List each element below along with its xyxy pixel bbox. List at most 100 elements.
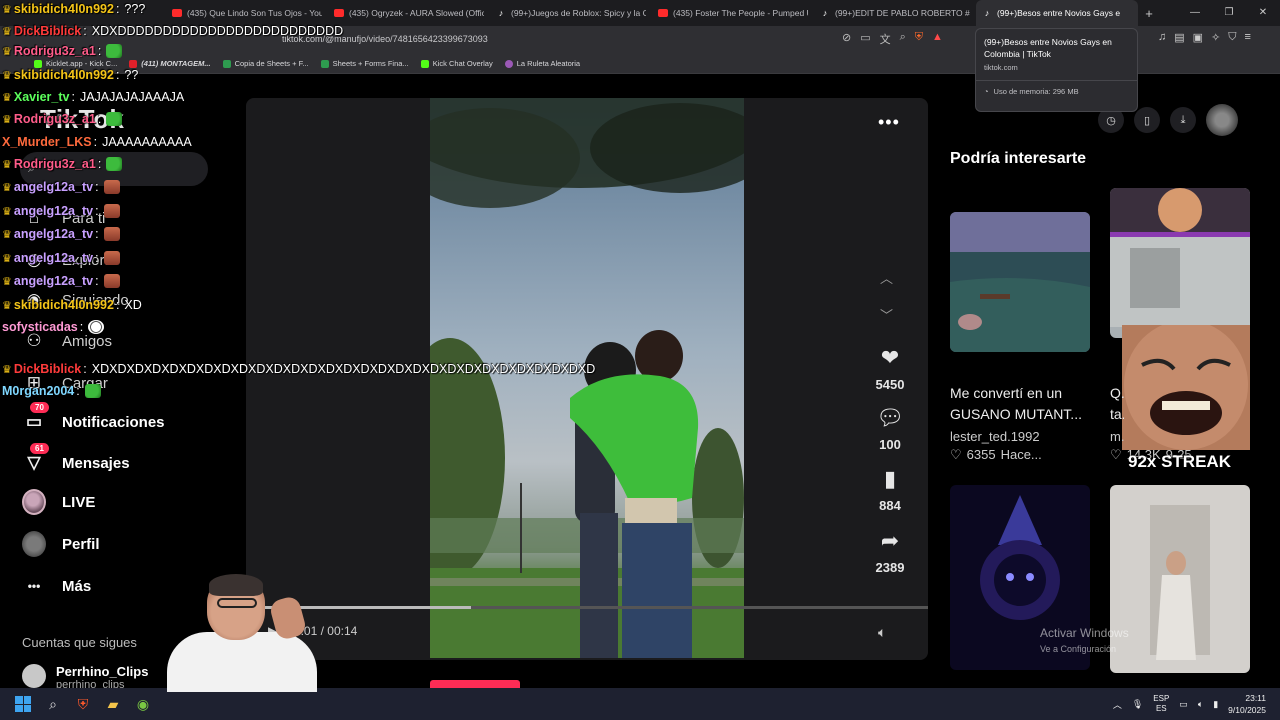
tiktok-logo[interactable]: TikTok xyxy=(40,104,124,135)
bookmark[interactable]: Sheets + Forms Fina... xyxy=(320,59,409,68)
recommendation-author[interactable]: m... xyxy=(1110,429,1124,444)
menu-icon[interactable]: ≡ xyxy=(1245,31,1251,44)
sidebar-icon[interactable]: ▤ xyxy=(1174,31,1184,44)
window-controls: — ❐ ✕ xyxy=(1178,0,1280,26)
music-icon[interactable]: ♫ xyxy=(1158,31,1166,44)
translate-icon[interactable]: 文 xyxy=(880,31,891,47)
bookmark-label: Sheets + Forms Fina... xyxy=(332,59,409,68)
url-field[interactable]: tiktok.com/@manufjo/video/74816564233996… xyxy=(282,34,488,44)
windows-start-icon[interactable] xyxy=(10,693,36,715)
recommendation-card[interactable] xyxy=(1110,188,1250,338)
clock-time: 23:11 xyxy=(1245,693,1266,703)
tab-bar: (435) Que Lindo Son Tus Ojos - YouT (435… xyxy=(0,0,1280,26)
bookmark[interactable]: (411) MONTAGEM... xyxy=(129,59,211,68)
bookmark[interactable]: Copia de Sheets + F... xyxy=(222,59,309,68)
recommendation-meta: ♡ 6355 Hace... xyxy=(950,447,1042,463)
bookmark-label: La Ruleta Aleatoria xyxy=(516,59,581,68)
like-count: 5450 xyxy=(875,377,905,392)
file-explorer-icon[interactable]: ▰ xyxy=(100,693,126,715)
restore-icon[interactable]: ❐ xyxy=(1212,0,1246,26)
clock-date: 9/10/2025 xyxy=(1228,705,1266,715)
tab-title: (99+)Besos entre Novios Gays e xyxy=(997,8,1121,18)
browser-tab-active[interactable]: ♪ (99+)Besos entre Novios Gays e xyxy=(976,0,1138,26)
network-icon[interactable]: ▭ xyxy=(1179,699,1188,710)
browser-tab[interactable]: (435) Ogryzek - AURA Slowed (Offici xyxy=(328,0,490,26)
cast-icon[interactable]: ▭ xyxy=(860,31,870,47)
home-icon: ⌂ xyxy=(28,208,40,227)
ai-icon[interactable]: ✧ xyxy=(1211,31,1220,44)
brave-browser-icon[interactable]: ⛨ xyxy=(70,693,96,715)
sidebar-item-para-ti[interactable]: ⌂ Para ti xyxy=(22,206,106,230)
vpn-icon[interactable]: ⛉ xyxy=(1228,31,1236,44)
heart-icon: ❤ xyxy=(880,345,900,370)
avatar[interactable] xyxy=(1206,104,1238,136)
tab-hover-tooltip: (99+)Besos entre Novios Gays en Colombia… xyxy=(975,28,1138,112)
browser-tab[interactable]: ♪ (99+)Juegos de Roblox: Spicy y la Ca xyxy=(490,0,652,26)
battery-icon[interactable]: ▮ xyxy=(1213,699,1218,710)
bookmark[interactable]: Kick Chat Overlay xyxy=(420,59,493,68)
bookmark[interactable]: La Ruleta Aleatoria xyxy=(504,59,581,68)
recommendation-card[interactable] xyxy=(1110,485,1250,673)
profile-icon xyxy=(22,531,46,557)
app-icon[interactable]: ◉ xyxy=(130,693,156,715)
toolbar-right: ♫ ▤ ▣ ✧ ⛉ ≡ xyxy=(1158,31,1251,44)
share-count: 2389 xyxy=(875,560,905,575)
sidebar-item-mas[interactable]: ••• Más xyxy=(22,574,92,598)
more-options-icon[interactable]: ••• xyxy=(878,112,900,133)
like-button[interactable]: ❤ 5450 xyxy=(866,343,914,392)
sidebar-item-explorar[interactable]: ◎ Explorar xyxy=(22,248,118,272)
chevron-up-icon[interactable]: ︿ xyxy=(880,268,893,287)
taskbar-clock[interactable]: 23:11 9/10/2025 xyxy=(1228,692,1266,716)
microphone-icon[interactable]: 🎙︎ xyxy=(1132,699,1143,710)
sidebar-item-siguiendo[interactable]: ◉ Siguiendo xyxy=(22,288,129,312)
rewards-icon[interactable]: ▲ xyxy=(932,31,943,47)
recommendation-likes: 6355 xyxy=(966,447,996,462)
sidebar-item-amigos[interactable]: ⚇ Amigos xyxy=(22,329,112,353)
memory-text: Uso de memoria: 296 MB xyxy=(993,87,1079,96)
sidebar-item-perfil[interactable]: Perfil xyxy=(22,531,100,557)
shield-icon[interactable]: ⛨ xyxy=(915,31,923,47)
account-name: Perrhino_Clips xyxy=(56,664,149,679)
bookmark[interactable]: Kicklet.app - Kick C... xyxy=(34,59,117,68)
live-icon xyxy=(22,489,46,515)
recommendation-author[interactable]: lester_ted.1992 xyxy=(950,429,1040,444)
comment-button[interactable]: 💬︎ 100 xyxy=(866,403,914,452)
search-input[interactable]: ⌕ xyxy=(20,152,208,186)
volume-icon[interactable]: 🔈︎ xyxy=(878,624,886,641)
address-icons: ⊘ ▭ 文 ⌕ ⛨ ▲ xyxy=(842,31,943,47)
search-icon[interactable]: ⌕ xyxy=(40,693,66,715)
tiktok-icon: ♪ xyxy=(822,8,828,18)
video-frame[interactable] xyxy=(430,98,744,658)
chevron-up-icon[interactable]: ︿ xyxy=(1113,698,1122,711)
recommendation-card[interactable] xyxy=(950,212,1090,352)
watermark-title: Activar Windows xyxy=(1040,626,1129,640)
browser-tab[interactable]: (435) Foster The People - Pumped U xyxy=(652,0,814,26)
chevron-down-icon[interactable]: ﹀ xyxy=(880,305,893,324)
bookmark-label: (411) MONTAGEM... xyxy=(141,59,211,68)
save-button[interactable]: ▮ 884 xyxy=(866,464,914,513)
sidebar-item-label: Para ti xyxy=(62,209,106,227)
following-account[interactable]: Perrhino_Clips perrhino_clips xyxy=(22,664,148,691)
sidebar-item-notificaciones[interactable]: ▭ 70 Notificaciones xyxy=(22,402,165,434)
sidebar-item-live[interactable]: LIVE xyxy=(22,489,95,515)
sidebar-item-label: Cargar xyxy=(62,374,108,392)
sidebar-item-mensajes[interactable]: ▽ 61 Mensajes xyxy=(22,443,130,475)
share-button[interactable]: ➦ 2389 xyxy=(866,526,914,575)
language-indicator[interactable]: ESP ES xyxy=(1153,694,1169,714)
download-icon[interactable]: ⤓ xyxy=(1170,107,1196,133)
recommendation-title[interactable]: Q... ta... xyxy=(1110,383,1124,425)
sidebar-item-cargar[interactable]: ⊞ Cargar xyxy=(22,371,108,395)
browser-tab[interactable]: ♪ (99+)EDIT DE PABLO ROBERTO #edi xyxy=(814,0,976,26)
device-icon[interactable]: ▯ xyxy=(1134,107,1160,133)
message-badge: 61 xyxy=(30,443,49,454)
zoom-icon[interactable]: ⌕ xyxy=(900,31,906,47)
mute-icon[interactable]: ⊘ xyxy=(842,31,851,47)
minimize-icon[interactable]: — xyxy=(1178,0,1212,26)
upload-icon: ⊞ xyxy=(26,373,42,392)
speaker-icon[interactable]: 🔈︎ xyxy=(1198,699,1203,710)
close-icon[interactable]: ✕ xyxy=(1246,0,1280,26)
wallet-icon[interactable]: ▣ xyxy=(1193,31,1203,44)
new-tab-button[interactable]: + xyxy=(1138,6,1160,21)
browser-tab[interactable]: (435) Que Lindo Son Tus Ojos - YouT xyxy=(166,0,328,26)
recommendation-title[interactable]: Me convertí en un GUSANO MUTANT... xyxy=(950,383,1100,425)
